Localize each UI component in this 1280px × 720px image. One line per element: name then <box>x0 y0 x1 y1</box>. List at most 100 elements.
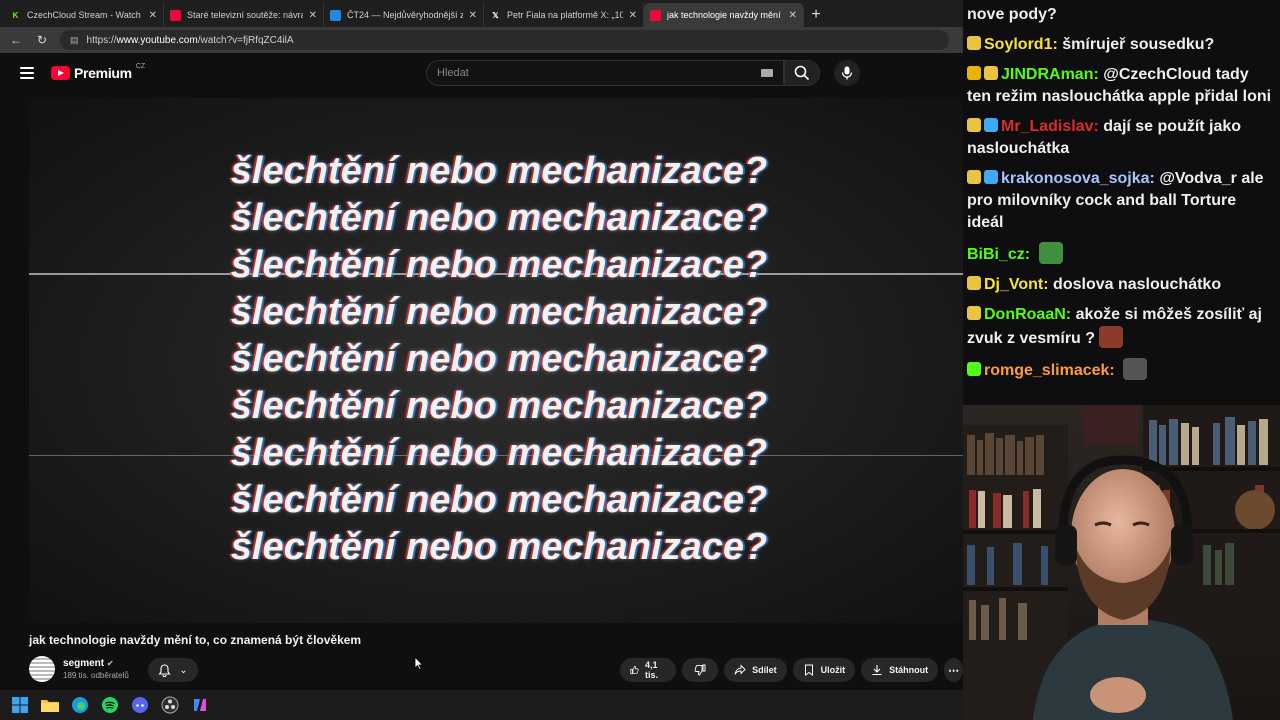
close-tab-icon[interactable]: ✕ <box>629 10 637 21</box>
video-title: jak technologie navždy mění to, co zname… <box>29 633 362 647</box>
chat-separator: : <box>1065 306 1076 323</box>
tab-title: CzechCloud Stream - Watch Live o <box>27 10 143 20</box>
chat-message: nove pody? <box>967 0 1276 30</box>
video-overlay-text: šlechtění nebo mechanizace? <box>230 526 768 568</box>
browser-tab[interactable]: K CzechCloud Stream - Watch Live o ✕ <box>4 3 164 27</box>
chat-message: DonRoaaN: akože si môžeš zosíliť aj zvuk… <box>967 300 1276 354</box>
chat-username[interactable]: DonRoaaN <box>984 306 1066 323</box>
site-info-icon[interactable]: ▤ <box>70 35 79 46</box>
chevron-down-icon: ⌄ <box>179 664 188 676</box>
windows-start-icon[interactable] <box>10 695 30 715</box>
save-button[interactable]: Uložit <box>792 658 856 682</box>
thumbs-up-icon <box>630 665 639 675</box>
url-path: /watch?v=fjRfqZC4ilA <box>197 34 294 46</box>
address-bar-row: ← ↻ ▤ https://www.youtube.com/watch?v=fj… <box>0 27 963 53</box>
chat-username[interactable]: Mr_Ladislav <box>1001 118 1093 135</box>
chat-badge-icon <box>967 306 981 320</box>
mouse-cursor-icon <box>414 656 424 670</box>
share-label: Sdílet <box>752 665 777 675</box>
chat-username[interactable]: BiBi_cz <box>967 246 1025 263</box>
youtube-logo[interactable]: Premium CZ <box>51 62 146 81</box>
chat-badge-icon <box>967 276 981 290</box>
chat-badge-icon <box>967 66 981 80</box>
new-tab-icon[interactable]: + <box>804 3 828 27</box>
webcam-image <box>963 405 1280 720</box>
tab-title: Staré televizní soutěže: návrat do c <box>187 10 303 20</box>
chat-badge-icon <box>967 36 981 50</box>
like-button[interactable]: 4,1 tis. <box>620 658 677 682</box>
chat-separator: : <box>1149 170 1160 187</box>
keyboard-icon[interactable] <box>761 69 773 77</box>
channel-avatar[interactable] <box>29 656 55 682</box>
search-button[interactable] <box>784 60 820 86</box>
close-tab-icon[interactable]: ✕ <box>789 10 797 21</box>
chat-badge-icon <box>984 66 998 80</box>
face-emote <box>1099 326 1124 348</box>
video-actions: 4,1 tis. Sdílet Uložit Stáhnout ⋯ <box>620 658 963 682</box>
menu-icon[interactable] <box>20 67 34 79</box>
notification-bell-button[interactable]: ⌄ <box>148 658 198 682</box>
browser-tab[interactable]: ČT24 — Nejdůvěryhodnější zpravo ✕ <box>324 3 484 27</box>
browser-tab[interactable]: jak technologie navždy mění to, co ✕ <box>644 3 804 27</box>
browser-tab[interactable]: 𝕏 Petr Fiala na platformě X: „100 dní ✕ <box>484 3 644 27</box>
chat-message: Dj_Vont: doslova naslouchátko <box>967 270 1276 300</box>
chat-username[interactable]: Dj_Vont <box>984 276 1043 293</box>
country-code: CZ <box>135 62 146 70</box>
channel-info[interactable]: segment ✔ 189 tis. odběratelů <box>29 656 129 682</box>
video-overlay-text: šlechtění nebo mechanizace? <box>230 385 768 427</box>
chat-badge-icon <box>967 170 981 184</box>
chat-text: šmírujeř sousedku? <box>1062 36 1215 53</box>
download-label: Stáhnout <box>889 665 929 675</box>
thumbs-down-icon <box>694 664 706 676</box>
video-overlay-text: šlechtění nebo mechanizace? <box>230 479 768 521</box>
chat-separator: : <box>1093 118 1104 135</box>
back-icon[interactable]: ← <box>8 32 24 48</box>
video-player[interactable]: šlechtění nebo mechanizace? šlechtění neb… <box>29 98 963 623</box>
live-chat: nove pody? Soylord1: šmírujeř sousedku? JI… <box>963 0 1280 405</box>
tab-title: Petr Fiala na platformě X: „100 dní <box>507 10 623 20</box>
chat-badge-icon <box>967 118 981 132</box>
url-scheme: https:// <box>86 34 117 46</box>
chat-separator: : <box>1052 36 1063 53</box>
url-host: www.youtube.com <box>116 34 198 46</box>
spotify-icon[interactable] <box>100 695 120 715</box>
channel-name[interactable]: segment <box>63 658 104 669</box>
copilot-icon[interactable] <box>190 695 210 715</box>
close-tab-icon[interactable]: ✕ <box>149 10 157 21</box>
file-explorer-icon[interactable] <box>40 695 60 715</box>
video-overlay-text: šlechtění nebo mechanizace? <box>230 244 768 286</box>
browser-window: KCzechCloud Stream - Watch Live o✕Staré … <box>0 0 963 690</box>
subscriber-count: 189 tis. odběratelů <box>63 671 129 680</box>
pepe-emote <box>1038 242 1063 264</box>
browser-tab[interactable]: Staré televizní soutěže: návrat do c ✕ <box>164 3 324 27</box>
more-actions-icon[interactable]: ⋯ <box>944 658 963 682</box>
chat-username[interactable]: JINDRAman <box>1001 66 1093 83</box>
chat-username[interactable]: romge_slimacek <box>984 362 1109 379</box>
video-overlay-text: šlechtění nebo mechanizace? <box>230 150 768 192</box>
obs-icon[interactable] <box>160 695 180 715</box>
close-tab-icon[interactable]: ✕ <box>309 10 317 21</box>
chat-username[interactable]: krakonosova_sojka <box>1001 170 1150 187</box>
youtube-header: Premium CZ Hledat <box>0 53 963 95</box>
voice-search-button[interactable] <box>834 60 860 86</box>
chat-message: romge_slimacek: <box>967 354 1276 386</box>
close-tab-icon[interactable]: ✕ <box>469 10 477 21</box>
tab-title: jak technologie navždy mění to, co <box>667 10 783 20</box>
reload-icon[interactable]: ↻ <box>34 32 50 48</box>
dislike-button[interactable] <box>682 658 719 682</box>
download-icon <box>872 665 882 676</box>
youtube-icon <box>170 9 181 21</box>
edge-browser-icon[interactable] <box>70 695 90 715</box>
bookmark-icon <box>804 664 813 676</box>
tab-strip: KCzechCloud Stream - Watch Live o✕Staré … <box>0 0 963 27</box>
taskbar <box>0 690 963 720</box>
tab-title: ČT24 — Nejdůvěryhodnější zpravo <box>347 10 463 20</box>
download-button[interactable]: Stáhnout <box>861 658 939 682</box>
share-button[interactable]: Sdílet <box>724 658 787 682</box>
url-field[interactable]: ▤ https://www.youtube.com/watch?v=fjRfqZ… <box>60 30 949 50</box>
chat-username[interactable]: Soylord1 <box>984 36 1052 53</box>
x-icon: 𝕏 <box>492 10 499 20</box>
bomb-emote <box>1123 358 1148 380</box>
discord-icon[interactable] <box>130 695 150 715</box>
search-input[interactable]: Hledat <box>426 60 784 86</box>
